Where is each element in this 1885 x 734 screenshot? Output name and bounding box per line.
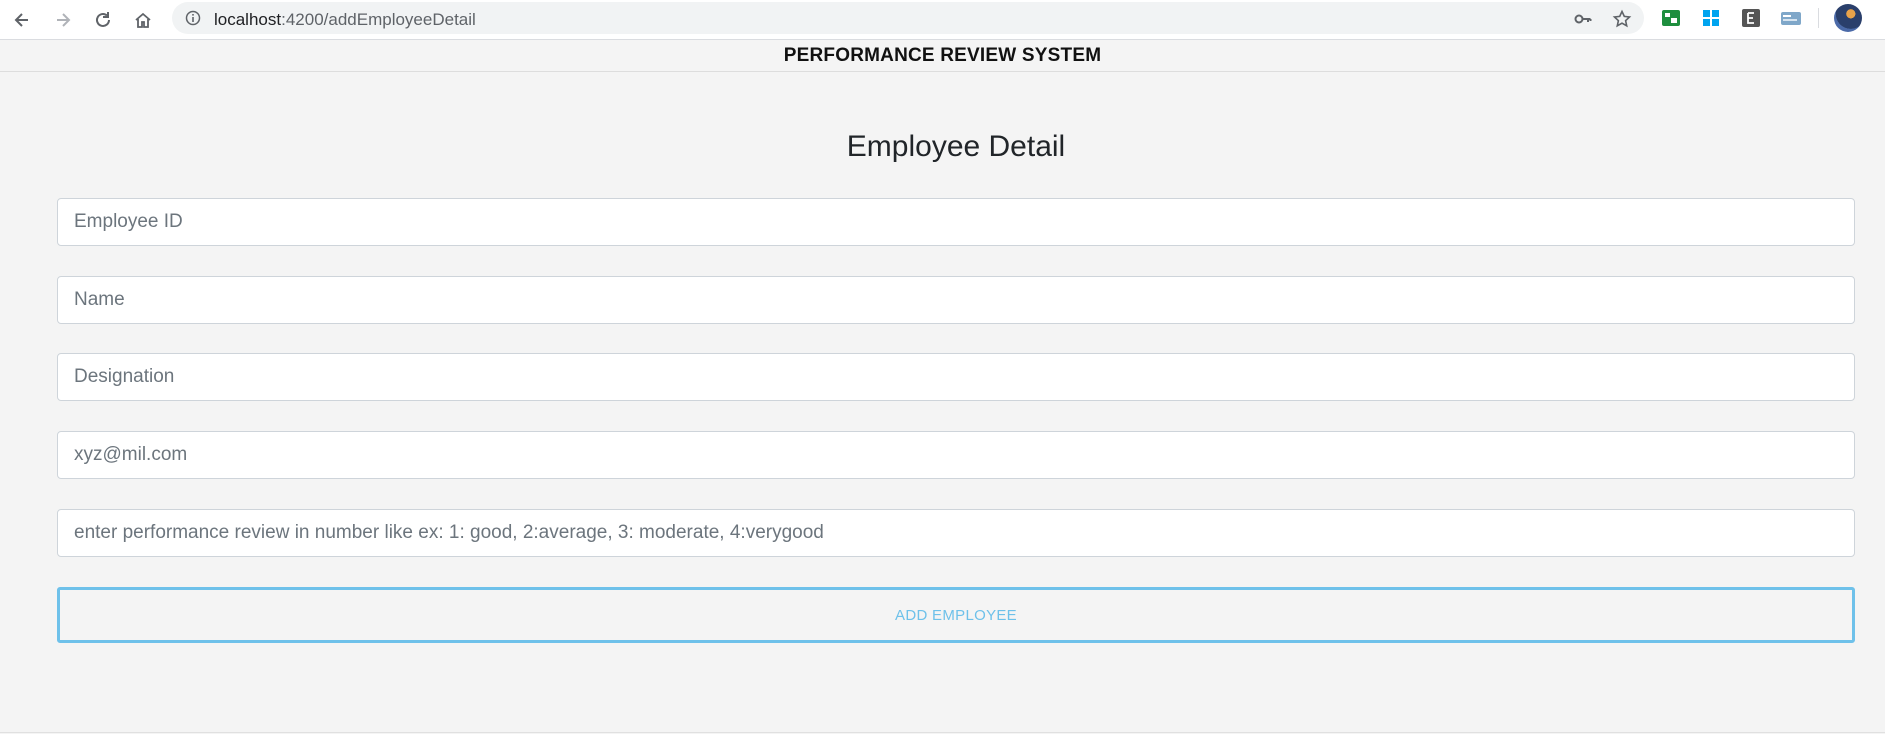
designation-input[interactable] bbox=[57, 353, 1855, 401]
url-path: :4200/addEmployeeDetail bbox=[281, 10, 476, 29]
url-text[interactable]: localhost:4200/addEmployeeDetail bbox=[214, 10, 476, 30]
info-icon[interactable] bbox=[184, 9, 202, 27]
home-icon bbox=[135, 12, 151, 28]
address-bar[interactable]: localhost:4200/addEmployeeDetail bbox=[172, 2, 1644, 34]
forward-icon bbox=[57, 13, 71, 27]
key-icon[interactable] bbox=[1572, 8, 1594, 30]
name-input[interactable] bbox=[57, 276, 1855, 324]
page-bottom-divider bbox=[0, 732, 1885, 733]
page-title: Employee Detail bbox=[846, 130, 1066, 163]
back-icon bbox=[14, 13, 28, 27]
star-icon[interactable] bbox=[1611, 8, 1633, 30]
performance-review-input[interactable] bbox=[57, 509, 1855, 557]
browser-toolbar: localhost:4200/addEmployeeDetail bbox=[0, 0, 1885, 40]
add-employee-button[interactable]: ADD EMPLOYEE bbox=[57, 587, 1855, 643]
extension-green-icon[interactable] bbox=[1660, 7, 1682, 29]
url-host: localhost bbox=[214, 10, 282, 29]
app-header: PERFORMANCE REVIEW SYSTEM bbox=[0, 40, 1885, 72]
forward-button[interactable] bbox=[49, 6, 77, 34]
avatar[interactable] bbox=[1834, 4, 1862, 32]
toolbar-separator bbox=[1818, 8, 1819, 28]
extension-card-icon[interactable] bbox=[1780, 7, 1802, 29]
back-button[interactable] bbox=[8, 6, 36, 34]
reload-icon bbox=[96, 12, 110, 27]
home-button[interactable] bbox=[129, 6, 157, 34]
email-input[interactable] bbox=[57, 431, 1855, 479]
app-title: PERFORMANCE REVIEW SYSTEM bbox=[783, 44, 1102, 66]
windows-icon[interactable] bbox=[1700, 7, 1722, 29]
evernote-icon[interactable] bbox=[1740, 7, 1762, 29]
reload-button[interactable] bbox=[89, 6, 117, 34]
employee-id-input[interactable] bbox=[57, 198, 1855, 246]
